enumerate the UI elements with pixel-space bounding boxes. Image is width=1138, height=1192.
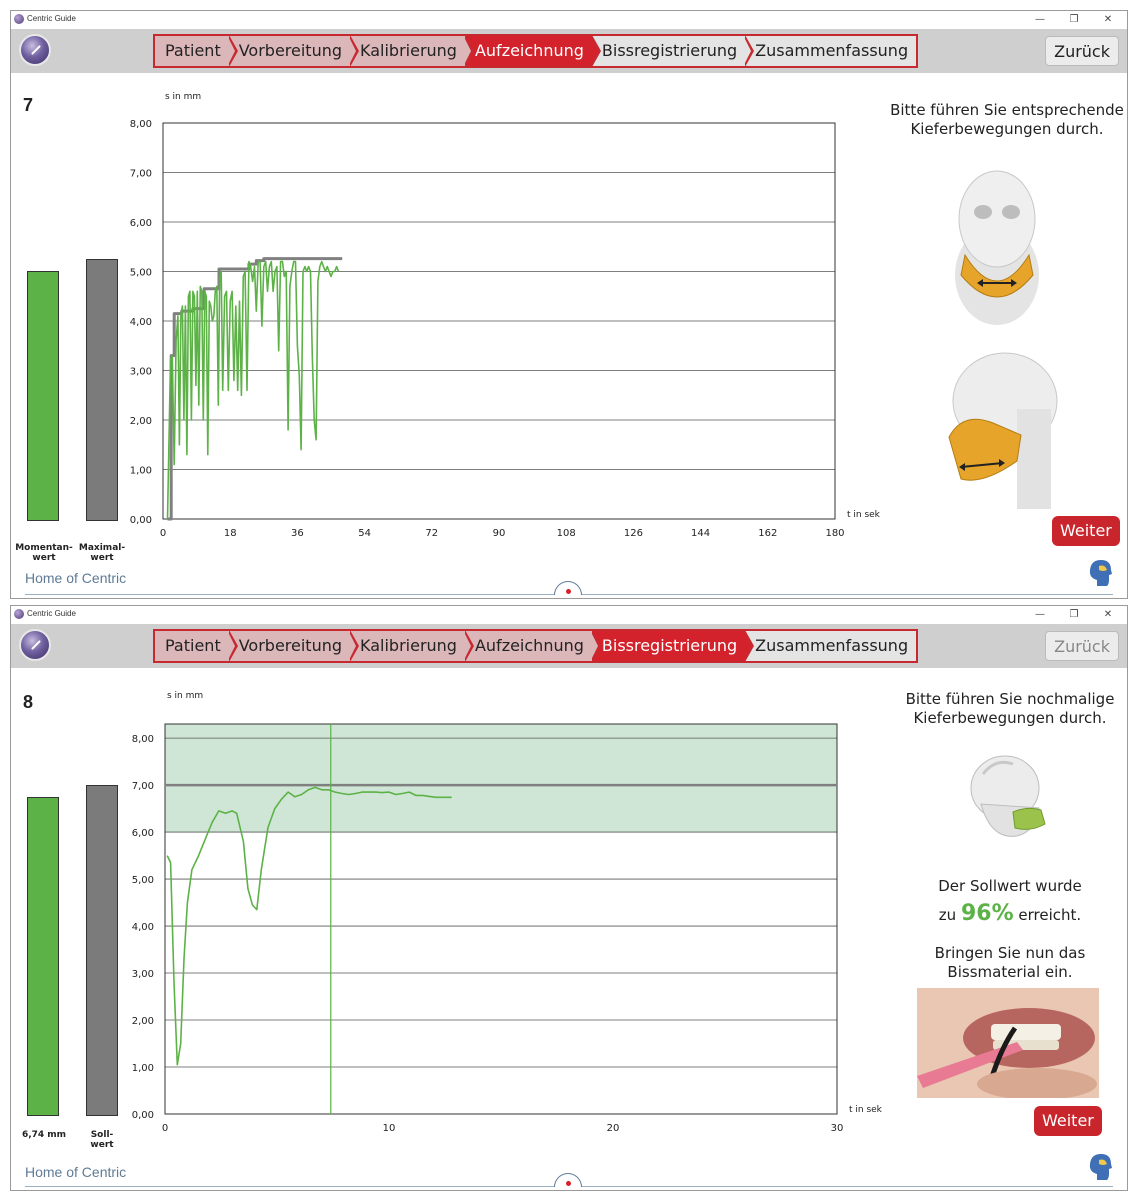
y-tick-label: 5,00 xyxy=(132,875,154,886)
y-tick-label: 1,00 xyxy=(130,466,152,477)
y-tick-label: 4,00 xyxy=(132,922,154,933)
y-tick-label: 2,00 xyxy=(130,416,152,427)
x-tick-label: 54 xyxy=(358,528,371,539)
y-axis-label: s in mm xyxy=(165,92,201,102)
home-of-centric-link[interactable]: Home of Centric xyxy=(25,570,126,586)
x-tick-label: 72 xyxy=(425,528,438,539)
x-axis-label: t in sek xyxy=(847,510,881,520)
x-tick-label: 0 xyxy=(162,1123,168,1134)
y-tick-label: 3,00 xyxy=(132,969,154,980)
app-window-recording: Centric Guide — ❐ ✕ Patient Vorbereitung… xyxy=(10,10,1128,599)
x-axis-label: t in sek xyxy=(849,1105,883,1115)
x-tick-label: 144 xyxy=(691,528,710,539)
instruction-text: Bitte führen Sie entsprechende Kieferbew… xyxy=(890,101,1124,138)
instruction-text: Bitte führen Sie nochmalige Kieferbewegu… xyxy=(905,690,1115,727)
y-axis-label: s in mm xyxy=(167,691,203,701)
x-tick-label: 126 xyxy=(624,528,643,539)
next-button[interactable]: Weiter xyxy=(1034,1106,1102,1136)
next-button[interactable]: Weiter xyxy=(1052,516,1120,546)
y-tick-label: 2,00 xyxy=(132,1016,154,1027)
y-tick-label: 0,00 xyxy=(132,1110,154,1121)
result-text: Der Sollwert wurde zu 96% erreicht. xyxy=(897,872,1123,929)
y-tick-label: 7,00 xyxy=(130,169,152,180)
x-tick-label: 20 xyxy=(607,1123,620,1134)
y-tick-label: 4,00 xyxy=(130,317,152,328)
result-percent: 96% xyxy=(960,901,1014,926)
y-tick-label: 6,00 xyxy=(132,828,154,839)
y-tick-label: 6,00 xyxy=(130,218,152,229)
home-of-centric-link[interactable]: Home of Centric xyxy=(25,1164,126,1180)
x-tick-label: 30 xyxy=(831,1123,844,1134)
result-zu: zu xyxy=(938,906,957,924)
x-tick-label: 90 xyxy=(493,528,506,539)
x-tick-label: 18 xyxy=(224,528,237,539)
jaw-side-illustration xyxy=(948,352,1058,509)
x-tick-label: 36 xyxy=(291,528,304,539)
app-window-bite-registration: Centric Guide — ❐ ✕ Patient Vorbereitung… xyxy=(10,605,1128,1191)
y-tick-label: 8,00 xyxy=(130,119,152,130)
y-tick-label: 0,00 xyxy=(130,515,152,526)
current-value-series xyxy=(166,260,340,520)
x-tick-label: 162 xyxy=(758,528,777,539)
result-suffix: erreicht. xyxy=(1018,906,1082,924)
y-tick-label: 1,00 xyxy=(132,1063,154,1074)
target-band xyxy=(165,724,837,833)
y-tick-label: 5,00 xyxy=(130,268,152,279)
material-instruction: Bringen Sie nun das Bissmaterial ein. xyxy=(934,944,1086,981)
y-tick-label: 7,00 xyxy=(132,781,154,792)
y-tick-label: 8,00 xyxy=(132,734,154,745)
jaw-front-illustration xyxy=(955,170,1039,325)
result-prefix: Der Sollwert wurde xyxy=(938,877,1082,895)
head-profile-icon[interactable] xyxy=(1087,558,1113,588)
head-profile-icon[interactable] xyxy=(1087,1152,1113,1182)
skull-jaw-illustration xyxy=(970,755,1046,837)
x-tick-label: 180 xyxy=(825,528,844,539)
x-tick-label: 10 xyxy=(383,1123,396,1134)
bite-material-photo xyxy=(917,988,1099,1098)
x-tick-label: 0 xyxy=(160,528,166,539)
x-tick-label: 108 xyxy=(557,528,576,539)
y-tick-label: 3,00 xyxy=(130,367,152,378)
